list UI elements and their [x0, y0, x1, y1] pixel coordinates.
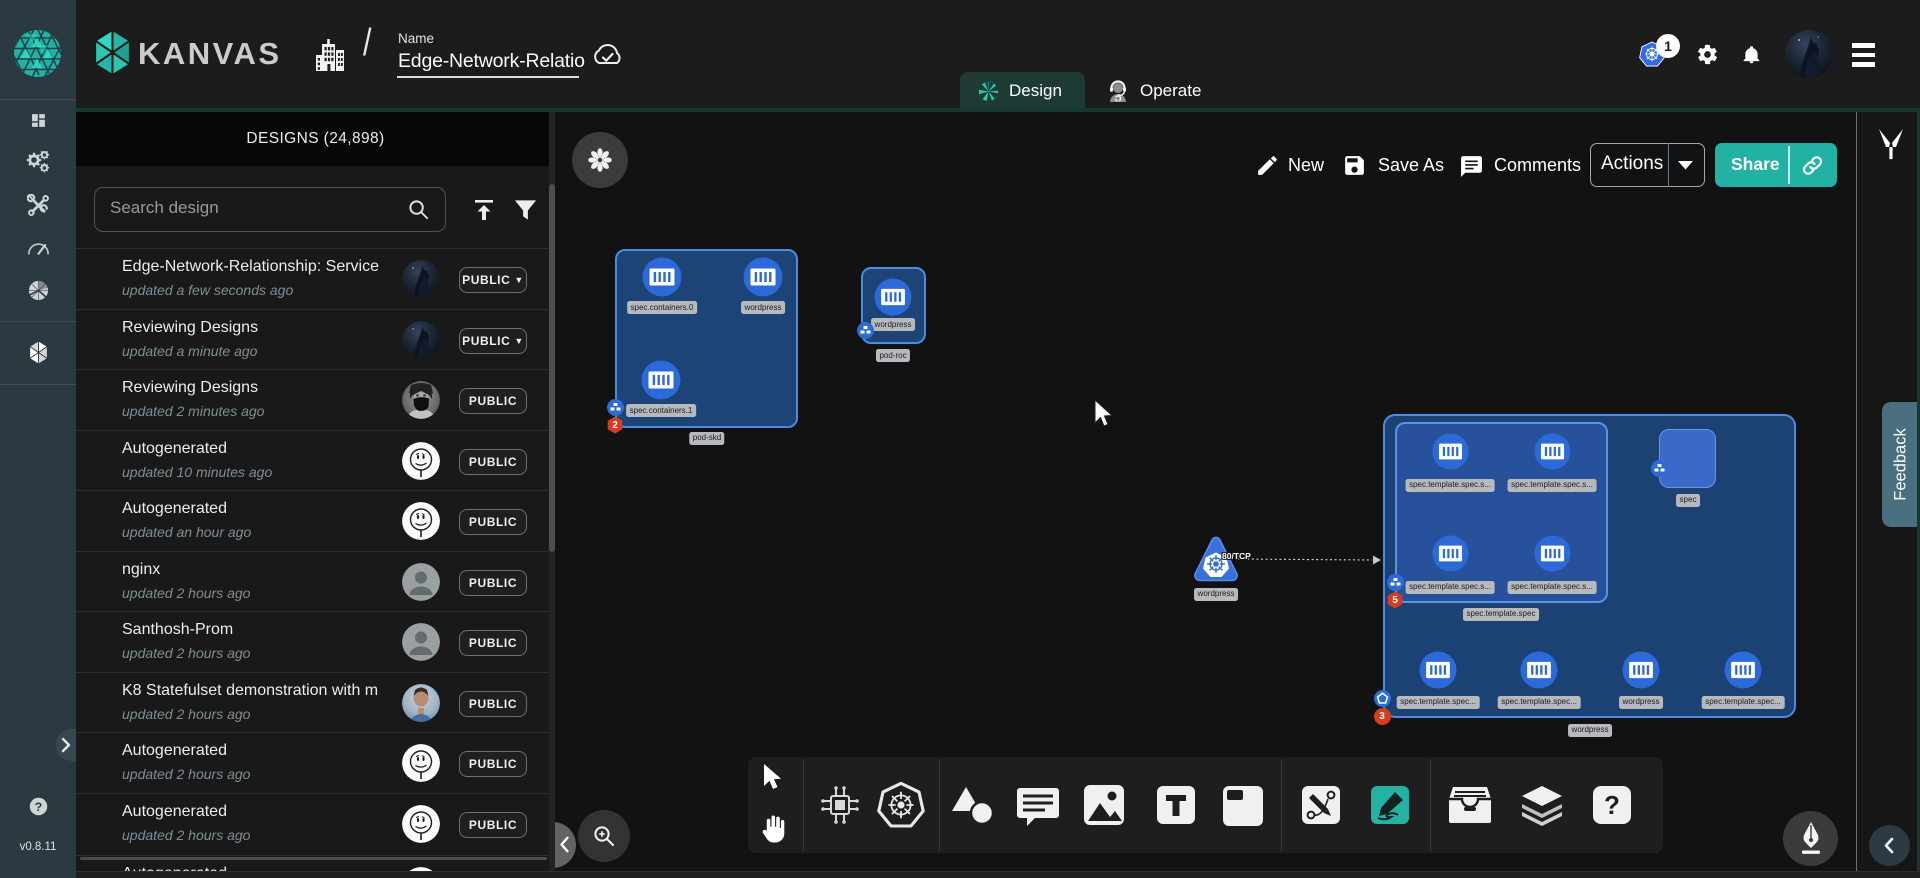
svg-text:?: ? [35, 800, 42, 814]
svg-text:?: ? [1604, 790, 1620, 820]
